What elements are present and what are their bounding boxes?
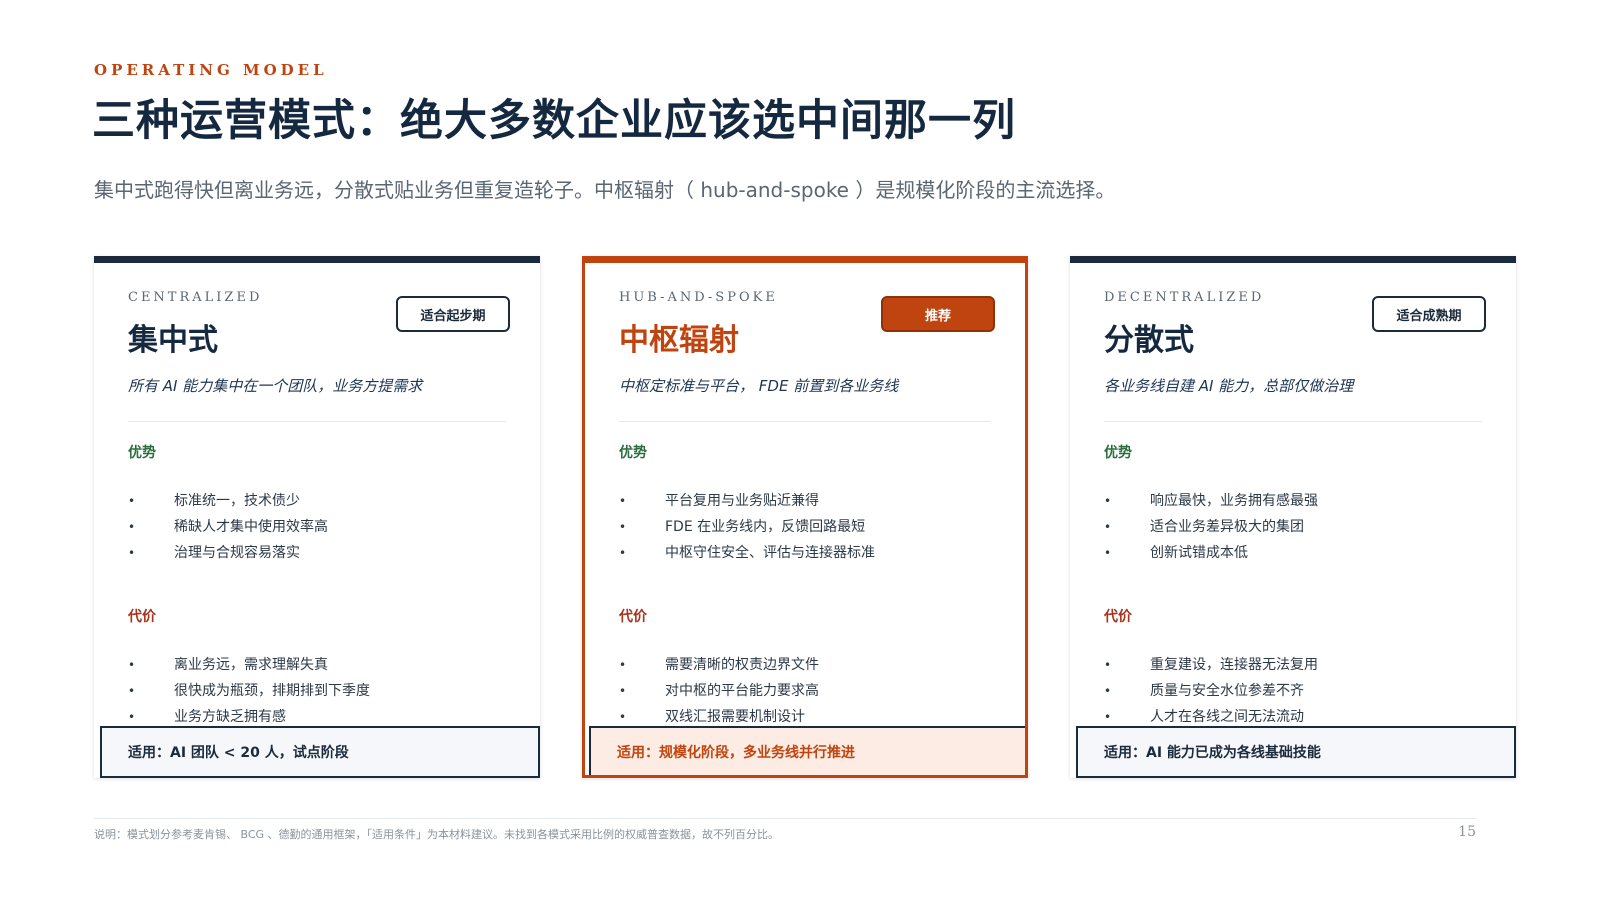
footnote: 说明：模式划分参考麦肯锡、 BCG 、德勤的通用框架，「适用条件」为本材料建议。… [94,828,780,841]
pros-label: 优势 [128,445,156,461]
list-item: 需要清晰的权责边界文件 [619,652,1005,678]
card-hub-and-spoke: HUB-AND-SPOKE 中枢辐射 推荐 中枢定标准与平台， FDE 前置到各… [582,256,1028,778]
pros-list: 标准统一，技术债少 稀缺人才集中使用效率高 治理与合规容易落实 [128,488,520,566]
card-decentralized: DECENTRALIZED 分散式 适合成熟期 各业务线自建 AI 能力，总部仅… [1070,256,1516,778]
list-item: 响应最快，业务拥有感最强 [1104,488,1496,514]
card-divider [128,421,506,422]
card-desc: 所有 AI 能力集中在一个团队，业务方提需求 [128,377,423,395]
card-kicker: DECENTRALIZED [1104,290,1265,305]
cons-list: 需要清晰的权责边界文件 对中枢的平台能力要求高 双线汇报需要机制设计 [619,652,1005,730]
card-name: 中枢辐射 [619,323,739,358]
list-item: 稀缺人才集中使用效率高 [128,514,520,540]
pros-label: 优势 [1104,445,1132,461]
list-item: 创新试错成本低 [1104,540,1496,566]
cons-list: 离业务远，需求理解失真 很快成为瓶颈，排期排到下季度 业务方缺乏拥有感 [128,652,520,730]
card-kicker: CENTRALIZED [128,290,263,305]
list-item: 重复建设，连接器无法复用 [1104,652,1496,678]
list-item: 标准统一，技术债少 [128,488,520,514]
recommended-badge: 推荐 [881,296,995,332]
footer-divider [94,818,1476,819]
apply-note: 适用：AI 能力已成为各线基础技能 [1076,726,1516,778]
pros-label: 优势 [619,445,647,461]
card-centralized: CENTRALIZED 集中式 适合起步期 所有 AI 能力集中在一个团队，业务… [94,256,540,778]
card-name: 分散式 [1104,323,1194,358]
list-item: 对中枢的平台能力要求高 [619,678,1005,704]
page-title: 三种运营模式：绝大多数企业应该选中间那一列 [92,96,1016,146]
apply-note: 适用：规模化阶段，多业务线并行推进 [589,726,1025,775]
card-tag: 适合起步期 [396,296,510,332]
apply-note: 适用：AI 团队 < 20 人，试点阶段 [100,726,540,778]
list-item: FDE 在业务线内，反馈回路最短 [619,514,1005,540]
pros-list: 响应最快，业务拥有感最强 适合业务差异极大的集团 创新试错成本低 [1104,488,1496,566]
list-item: 质量与安全水位参差不齐 [1104,678,1496,704]
pros-list: 平台复用与业务贴近兼得 FDE 在业务线内，反馈回路最短 中枢守住安全、评估与连… [619,488,1005,566]
card-name: 集中式 [128,323,218,358]
page-number: 15 [1458,824,1476,840]
eyebrow: OPERATING MODEL [94,61,328,79]
card-desc: 各业务线自建 AI 能力，总部仅做治理 [1104,377,1354,395]
card-divider [619,421,991,422]
list-item: 中枢守住安全、评估与连接器标准 [619,540,1005,566]
card-desc: 中枢定标准与平台， FDE 前置到各业务线 [619,377,899,395]
list-item: 离业务远，需求理解失真 [128,652,520,678]
card-tag: 适合成熟期 [1372,296,1486,332]
cons-list: 重复建设，连接器无法复用 质量与安全水位参差不齐 人才在各线之间无法流动 [1104,652,1496,730]
list-item: 平台复用与业务贴近兼得 [619,488,1005,514]
list-item: 适合业务差异极大的集团 [1104,514,1496,540]
cons-label: 代价 [128,609,156,625]
card-divider [1104,421,1482,422]
list-item: 很快成为瓶颈，排期排到下季度 [128,678,520,704]
cons-label: 代价 [619,609,647,625]
page-subtitle: 集中式跑得快但离业务远，分散式贴业务但重复造轮子。中枢辐射（ hub-and-s… [94,178,1116,202]
card-kicker: HUB-AND-SPOKE [619,290,778,305]
cons-label: 代价 [1104,609,1132,625]
list-item: 治理与合规容易落实 [128,540,520,566]
